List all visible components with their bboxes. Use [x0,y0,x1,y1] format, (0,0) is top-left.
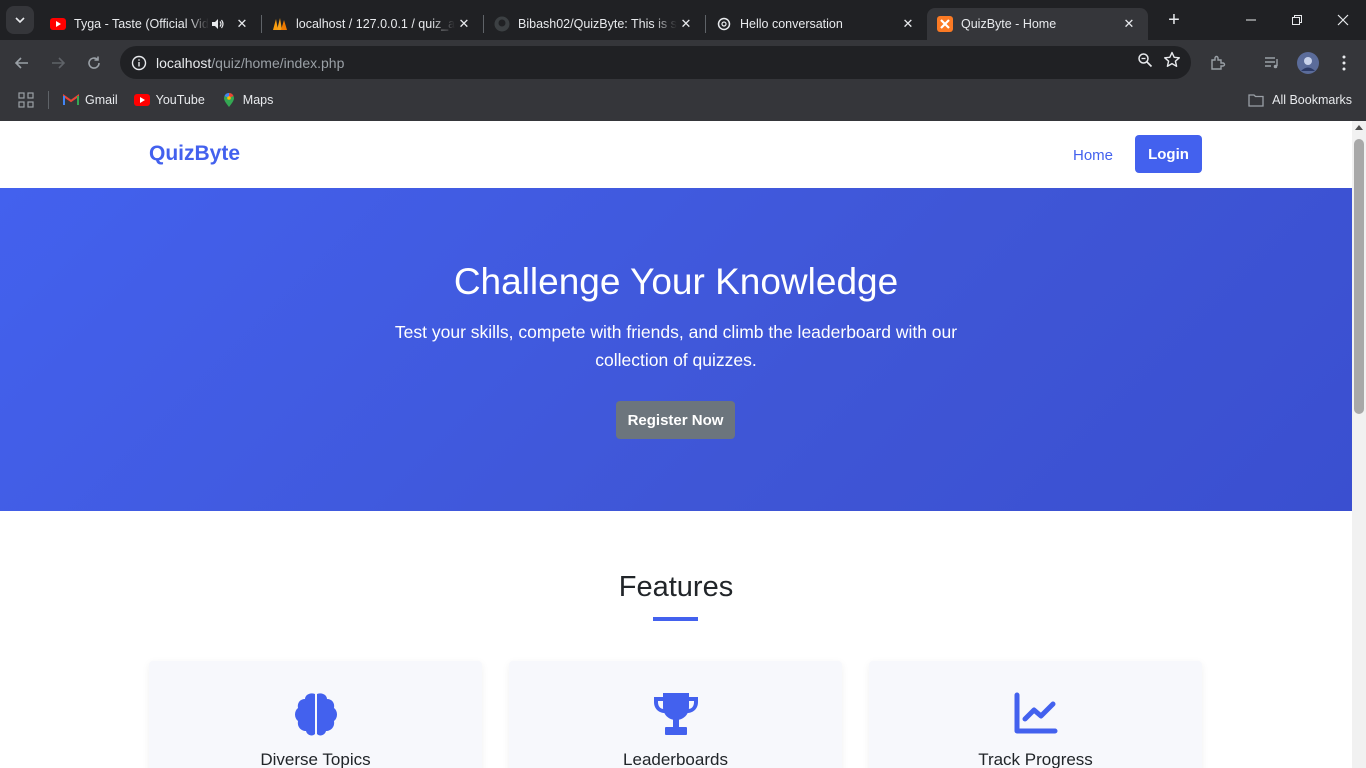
profile-avatar[interactable] [1290,45,1326,81]
bookmark-maps[interactable]: Maps [221,92,274,108]
feature-label: Leaderboards [623,750,728,768]
extensions-icon[interactable] [1200,45,1236,81]
bookmark-gmail[interactable]: Gmail [63,92,118,108]
browser-toolbar: localhost/quiz/home/index.php [0,40,1366,85]
feature-card-track-progress: Track Progress [869,661,1202,768]
chevron-down-icon [15,17,25,24]
tab-search-button[interactable] [6,6,34,34]
close-tab-icon[interactable]: ✕ [677,15,695,33]
new-tab-button[interactable]: + [1160,6,1188,34]
bookmark-label: Gmail [85,93,118,107]
brain-icon [149,691,482,739]
youtube-icon [133,92,150,108]
feature-label: Track Progress [978,750,1093,768]
url-text: localhost/quiz/home/index.php [156,55,344,71]
tab-title: localhost / 127.0.0.1 / quiz_app [296,17,455,31]
menu-kebab-icon[interactable] [1326,45,1362,81]
trophy-icon [509,691,842,739]
bookmark-label: Maps [242,93,274,107]
close-window-icon[interactable] [1320,0,1366,40]
tab-github[interactable]: Bibash02/QuizByte: This is simple quiz a… [484,8,705,40]
vertical-scrollbar[interactable] [1352,121,1366,768]
youtube-icon [50,16,66,32]
folder-icon [1248,93,1264,107]
tab-chat[interactable]: Hello conversation ✕ [706,8,927,40]
close-tab-icon[interactable]: ✕ [899,15,917,33]
tab-quizbyte[interactable]: QuizByte - Home ✕ [927,8,1148,40]
address-bar[interactable]: localhost/quiz/home/index.php [120,46,1191,79]
bookmark-label: YouTube [155,93,205,107]
phpmyadmin-icon [272,16,288,32]
toolbar-actions [1200,40,1366,85]
hero-section: Challenge Your Knowledge Test your skill… [0,188,1352,511]
login-button[interactable]: Login [1135,135,1202,173]
zoom-icon[interactable] [1137,52,1153,73]
feature-card-diverse-topics: Diverse Topics [149,661,482,768]
site-info-icon[interactable] [122,55,156,71]
all-bookmarks-button[interactable]: All Bookmarks [1248,85,1352,115]
tab-title: Hello conversation [740,17,843,31]
url-path: /quiz/home/index.php [211,54,345,71]
tab-phpmyadmin[interactable]: localhost / 127.0.0.1 / quiz_app ✕ [262,8,483,40]
features-heading: Features [618,571,734,603]
bookmarks-bar: Gmail YouTube Maps All Bookmarks [0,85,1366,115]
close-tab-icon[interactable]: ✕ [455,15,473,33]
media-control-icon[interactable] [1254,45,1290,81]
close-tab-icon[interactable]: ✕ [233,15,251,33]
bookmark-youtube[interactable]: YouTube [133,92,205,108]
nav-link-home[interactable]: Home [1073,147,1113,164]
bookmarks-divider [48,91,49,109]
reload-icon[interactable] [76,45,112,81]
tab-title: Tyga - Taste (Official Video) [74,17,209,31]
apps-grid-icon[interactable] [18,92,34,108]
tab-title: QuizByte - Home [961,17,1057,31]
scrollbar-thumb[interactable] [1354,139,1364,414]
close-tab-icon[interactable]: ✕ [1120,15,1138,33]
forward-icon[interactable] [40,45,76,81]
window-controls [1228,0,1366,40]
feature-card-leaderboards: Leaderboards [509,661,842,768]
tab-youtube[interactable]: Tyga - Taste (Official Video) ✕ [40,8,261,40]
hero-title: Challenge Your Knowledge [453,261,899,302]
chart-line-icon [869,691,1202,739]
tab-strip: Tyga - Taste (Official Video) ✕ localhos… [0,0,1366,40]
minimize-icon[interactable] [1228,0,1274,40]
xampp-icon [937,16,953,32]
url-host: localhost [156,54,212,71]
maps-icon [221,92,237,108]
back-icon[interactable] [4,45,40,81]
heading-underline [653,617,698,621]
openai-icon [716,16,732,32]
page-viewport: QuizByte Home Login Challenge Your Knowl… [0,121,1352,768]
tab-title: Bibash02/QuizByte: This is simple quiz a… [518,17,677,31]
all-bookmarks-label: All Bookmarks [1272,93,1352,107]
gmail-icon [63,92,79,108]
scroll-up-arrow[interactable] [1355,125,1363,130]
feature-label: Diverse Topics [260,750,371,768]
restore-icon[interactable] [1274,0,1320,40]
brand-logo[interactable]: QuizByte [149,142,240,166]
hero-subtitle: Test your skills, compete with friends, … [394,322,958,370]
speaker-icon[interactable] [209,18,227,30]
bookmark-star-icon[interactable] [1163,51,1181,74]
register-button[interactable]: Register Now [616,401,735,439]
site-navbar: QuizByte Home Login [0,121,1352,188]
github-icon [494,16,510,32]
